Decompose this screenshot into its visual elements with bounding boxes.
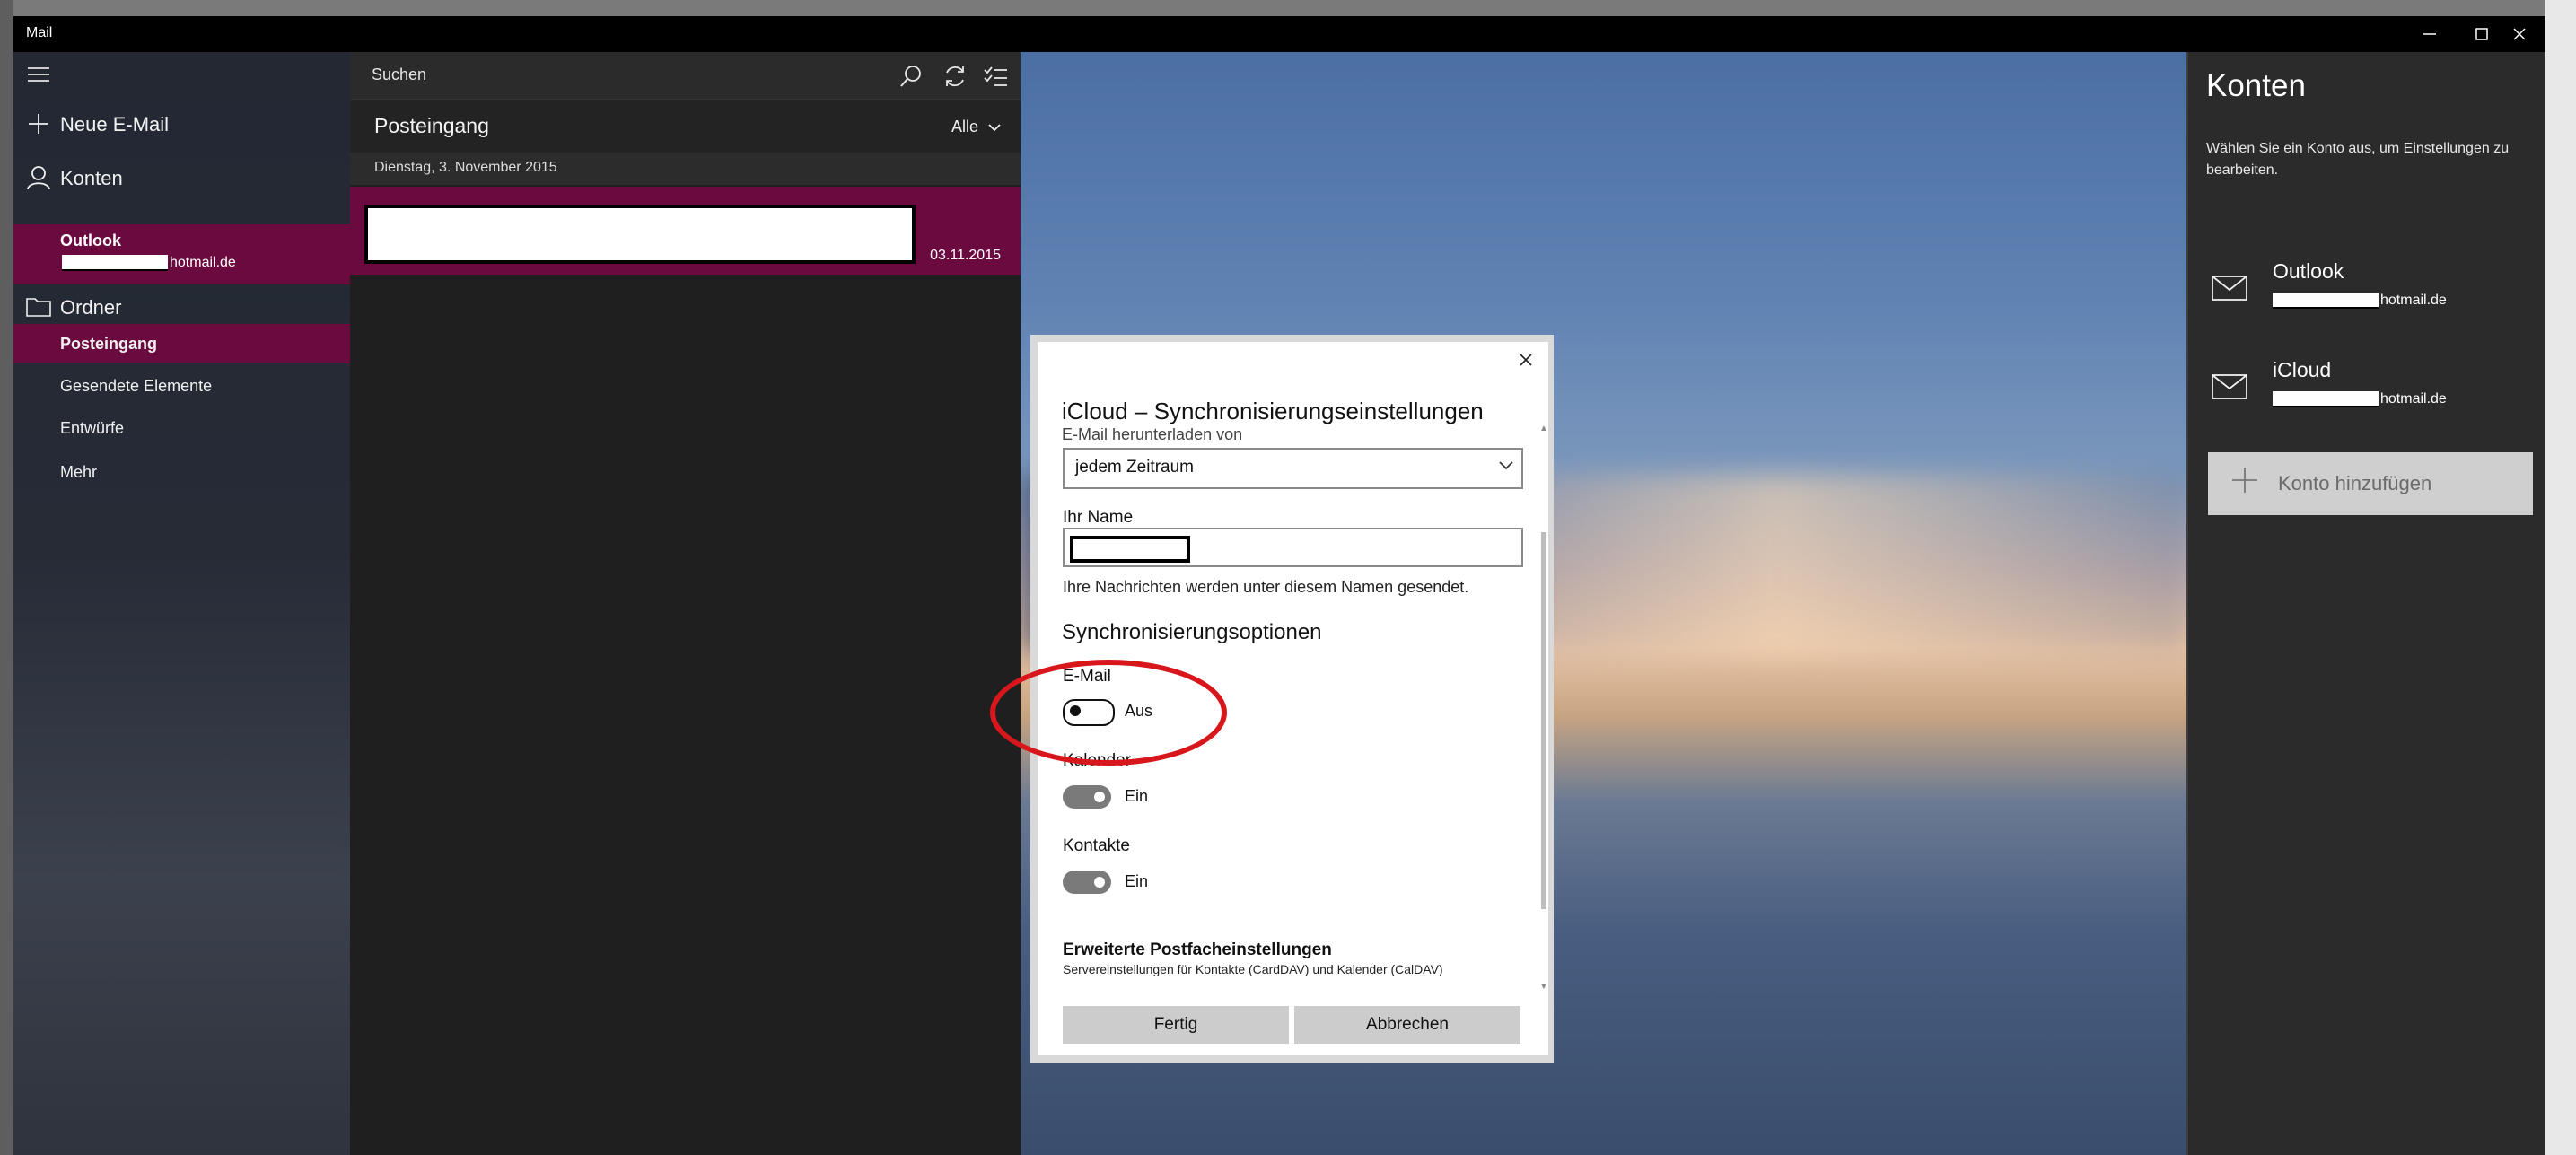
contacts-sync-state: Ein xyxy=(1125,872,1149,890)
new-mail-label: Neue E-Mail xyxy=(60,113,170,136)
selected-account-item[interactable]: Outlook hotmail.de xyxy=(13,224,350,284)
calendar-sync-toggle[interactable] xyxy=(1063,785,1111,809)
contacts-sync-toggle[interactable] xyxy=(1063,871,1111,894)
toggle-knob xyxy=(1094,877,1105,888)
folder-label: Gesendete Elemente xyxy=(60,377,213,395)
search-bar[interactable]: Suchen xyxy=(350,52,1021,99)
name-label: Ihr Name xyxy=(1063,508,1134,527)
redacted-text xyxy=(2273,293,2379,309)
accounts-title: Konten xyxy=(2206,68,2306,103)
plus-icon xyxy=(2231,467,2258,499)
accounts-pane: Konten Wählen Sie ein Konto aus, um Eins… xyxy=(2186,52,2545,1155)
filter-dropdown[interactable]: Alle xyxy=(951,118,1001,136)
contacts-sync-label: Kontakte xyxy=(1063,836,1130,855)
account-email-domain: hotmail.de xyxy=(170,255,236,270)
date-group-label: Dienstag, 3. November 2015 xyxy=(374,160,557,175)
scroll-down-icon[interactable]: ▼ xyxy=(1539,983,1548,992)
dialog-title: iCloud – Synchronisierungseinstellungen xyxy=(1062,398,1484,424)
title-bar: Mail xyxy=(13,16,2545,52)
accounts-button[interactable]: Konten xyxy=(13,153,350,203)
filter-label: Alle xyxy=(951,118,978,136)
chevron-down-icon xyxy=(1498,457,1514,479)
account-email: hotmail.de xyxy=(2273,293,2447,309)
account-name: Outlook xyxy=(2273,259,2344,283)
done-button[interactable]: Fertig xyxy=(1063,1006,1289,1044)
folder-label: Entwürfe xyxy=(60,419,125,437)
message-list-pane: Suchen Posteingang Alle Dienstag, 3. Nov… xyxy=(350,52,1021,1155)
account-name: iCloud xyxy=(2273,358,2332,381)
accounts-label: Konten xyxy=(60,167,123,189)
navigation-pane: Neue E-Mail Konten Outlook hotmail.de Or… xyxy=(13,52,350,1155)
inbox-title: Posteingang xyxy=(374,114,489,137)
add-account-label: Konto hinzufügen xyxy=(2278,472,2432,494)
advanced-settings-description: Servereinstellungen für Kontakte (CardDA… xyxy=(1063,962,1443,976)
account-email-domain: hotmail.de xyxy=(2380,293,2447,308)
minimize-icon xyxy=(2423,33,2436,35)
envelope-icon xyxy=(2212,276,2247,305)
redacted-name xyxy=(1070,536,1190,563)
calendar-sync-state: Ein xyxy=(1125,787,1149,805)
annotation-circle xyxy=(990,660,1227,766)
folder-icon xyxy=(26,294,51,319)
folder-label: Posteingang xyxy=(60,335,158,353)
envelope-icon xyxy=(2212,374,2247,404)
minimize-button[interactable] xyxy=(2404,16,2456,52)
chevron-down-icon xyxy=(988,124,1001,132)
close-icon xyxy=(1520,354,1532,366)
inbox-header: Posteingang Alle xyxy=(350,99,1021,154)
sync-icon[interactable] xyxy=(940,61,970,92)
message-item[interactable]: 03.11.2015 xyxy=(350,187,1021,275)
scrollbar-thumb[interactable] xyxy=(1541,532,1546,909)
account-email: hotmail.de xyxy=(2273,391,2447,407)
close-dialog-button[interactable] xyxy=(1520,347,1532,372)
hamburger-icon xyxy=(26,62,51,87)
desktop-background-top xyxy=(0,0,2576,16)
new-mail-button[interactable]: Neue E-Mail xyxy=(13,99,350,149)
folder-item-entwuerfe[interactable]: Entwürfe xyxy=(13,408,350,448)
folder-label: Mehr xyxy=(60,463,98,481)
accounts-description: Wählen Sie ein Konto aus, um Einstellung… xyxy=(2206,141,2510,178)
cancel-button[interactable]: Abbrechen xyxy=(1294,1006,1520,1044)
desktop-background-right xyxy=(2545,0,2576,1155)
folder-item-posteingang[interactable]: Posteingang xyxy=(13,324,350,363)
desktop-background-left xyxy=(0,0,13,1155)
advanced-settings-link[interactable]: Erweiterte Postfacheinstellungen xyxy=(1063,941,1332,960)
date-group-header: Dienstag, 3. November 2015 xyxy=(350,153,1021,185)
name-input[interactable] xyxy=(1063,528,1523,567)
close-icon xyxy=(2513,28,2526,40)
account-email-domain: hotmail.de xyxy=(2380,391,2447,407)
account-item-icloud[interactable]: iCloud hotmail.de xyxy=(2188,344,2545,424)
message-date: 03.11.2015 xyxy=(930,248,1001,263)
dialog-scrollbar[interactable]: ▲ ▼ xyxy=(1539,424,1548,992)
account-item-outlook[interactable]: Outlook hotmail.de xyxy=(2188,245,2545,326)
folder-item-mehr[interactable]: Mehr xyxy=(13,452,350,492)
download-period-select[interactable]: jedem Zeitraum xyxy=(1063,448,1523,489)
maximize-icon xyxy=(2475,28,2488,40)
search-input[interactable]: Suchen xyxy=(372,66,426,84)
folder-item-gesendete[interactable]: Gesendete Elemente xyxy=(13,366,350,406)
account-name: Outlook xyxy=(60,232,121,249)
redacted-message-preview xyxy=(364,205,916,264)
redacted-text xyxy=(2273,391,2379,407)
person-icon xyxy=(26,165,51,190)
close-window-button[interactable] xyxy=(2493,16,2545,52)
download-period-value: jedem Zeitraum xyxy=(1075,458,1194,477)
search-icon[interactable] xyxy=(896,61,926,92)
name-hint: Ihre Nachrichten werden unter diesem Nam… xyxy=(1063,578,1469,596)
hamburger-menu-button[interactable] xyxy=(13,52,350,97)
window-title: Mail xyxy=(26,25,53,40)
account-email: hotmail.de xyxy=(62,255,236,271)
folders-button[interactable]: Ordner xyxy=(13,287,350,327)
folders-label: Ordner xyxy=(60,296,122,319)
scroll-up-icon[interactable]: ▲ xyxy=(1539,424,1548,433)
sync-options-heading: Synchronisierungsoptionen xyxy=(1062,620,1322,644)
selection-mode-icon[interactable] xyxy=(980,61,1011,92)
plus-icon xyxy=(26,111,51,136)
redacted-text xyxy=(62,255,168,271)
download-label: E-Mail herunterladen von xyxy=(1062,428,1243,441)
toggle-knob xyxy=(1094,792,1105,802)
mail-app-window: Mail Neue E-Mail Konten Outlook hotmail.… xyxy=(13,16,2545,1155)
add-account-button[interactable]: Konto hinzufügen xyxy=(2208,452,2533,515)
